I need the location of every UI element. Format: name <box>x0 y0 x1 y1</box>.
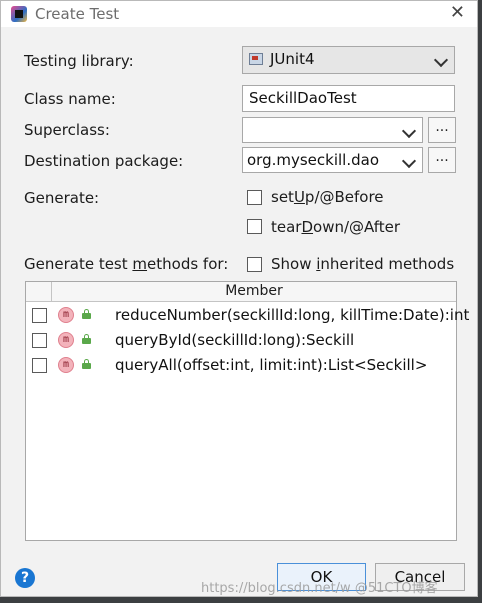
background-strip <box>0 597 482 603</box>
setup-checkbox[interactable] <box>247 190 262 205</box>
generate-label: Generate: <box>24 189 100 207</box>
destination-package-select[interactable]: org.myseckill.dao <box>242 147 423 173</box>
public-lock-icon <box>82 359 91 369</box>
method-icon: m <box>58 332 74 348</box>
method-signature: queryById(seckillId:long):Seckill <box>115 331 355 349</box>
public-lock-icon <box>82 309 91 319</box>
setup-label[interactable]: setUp/@Before <box>271 188 384 206</box>
close-icon[interactable]: ✕ <box>450 3 465 23</box>
methods-for-label: Generate test methods for: <box>24 255 229 273</box>
destination-package-label: Destination package: <box>24 152 184 170</box>
destination-package-value: org.myseckill.dao <box>247 151 379 169</box>
method-icon: m <box>58 307 74 323</box>
show-inherited-label[interactable]: Show inherited methods <box>271 255 454 273</box>
table-row[interactable]: m queryById(seckillId:long):Seckill <box>26 328 456 353</box>
class-name-label: Class name: <box>24 90 116 108</box>
watermark: https://blog.csdn.net/w @51CTO博客 <box>201 581 438 596</box>
chevron-down-icon <box>401 123 417 139</box>
member-table-header: Member <box>26 282 456 302</box>
teardown-checkbox[interactable] <box>247 219 262 234</box>
dialog-title: Create Test <box>35 5 120 23</box>
public-lock-icon <box>82 334 91 344</box>
superclass-browse-button[interactable]: ... <box>428 117 456 143</box>
junit-library-icon <box>249 53 263 65</box>
superclass-label: Superclass: <box>24 121 110 139</box>
testing-library-select[interactable]: JUnit4 <box>242 46 455 74</box>
checkbox-column-header <box>26 282 52 301</box>
create-test-dialog: Create Test ✕ Testing library: JUnit4 Cl… <box>0 0 478 597</box>
class-name-field[interactable]: SeckillDaoTest <box>242 85 455 112</box>
destination-browse-button[interactable]: ... <box>428 147 456 173</box>
method-icon: m <box>58 357 74 373</box>
teardown-label[interactable]: tearDown/@After <box>271 218 400 236</box>
chevron-down-icon <box>433 52 449 68</box>
row-checkbox[interactable] <box>32 333 47 348</box>
table-row[interactable]: m reduceNumber(seckillId:long, killTime:… <box>26 303 469 328</box>
testing-library-label: Testing library: <box>24 52 134 70</box>
superclass-select[interactable] <box>242 117 423 143</box>
row-checkbox[interactable] <box>32 308 47 323</box>
member-column-header[interactable]: Member <box>52 282 456 301</box>
member-table[interactable]: Member m reduceNumber(seckillId:long, ki… <box>25 281 469 541</box>
method-signature: reduceNumber(seckillId:long, killTime:Da… <box>115 306 470 324</box>
help-icon[interactable]: ? <box>15 568 35 588</box>
class-name-value: SeckillDaoTest <box>249 89 357 107</box>
chevron-down-icon <box>401 153 417 169</box>
row-checkbox[interactable] <box>32 358 47 373</box>
show-inherited-checkbox[interactable] <box>247 257 262 272</box>
intellij-idea-icon <box>11 6 27 22</box>
table-row[interactable]: m queryAll(offset:int, limit:int):List<S… <box>26 353 456 378</box>
testing-library-value: JUnit4 <box>270 50 315 68</box>
method-signature: queryAll(offset:int, limit:int):List<Sec… <box>115 356 428 374</box>
title-bar: Create Test ✕ <box>1 1 477 27</box>
